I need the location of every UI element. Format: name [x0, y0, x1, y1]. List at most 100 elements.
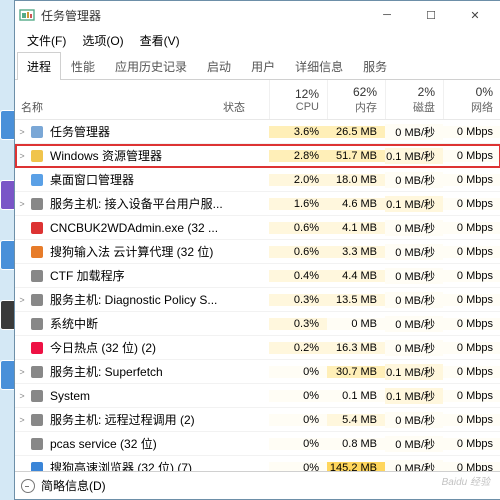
- disk-cell: 0 MB/秒: [385, 124, 443, 140]
- mem-cell: 13.5 MB: [327, 294, 385, 306]
- process-icon: [29, 460, 45, 472]
- tab-2[interactable]: 应用历史记录: [105, 52, 197, 80]
- process-icon: [29, 148, 45, 164]
- table-row[interactable]: >服务主机: 接入设备平台用户服...1.6%4.6 MB0.1 MB/秒0 M…: [15, 192, 500, 216]
- table-row[interactable]: pcas service (32 位)0%0.8 MB0 MB/秒0 Mbps: [15, 432, 500, 456]
- expand-toggle[interactable]: >: [15, 127, 29, 137]
- disk-cell: 0 MB/秒: [385, 220, 443, 236]
- disk-cell: 0 MB/秒: [385, 436, 443, 452]
- col-name[interactable]: 名称: [15, 80, 223, 119]
- table-row[interactable]: CTF 加载程序0.4%4.4 MB0 MB/秒0 Mbps: [15, 264, 500, 288]
- cpu-cell: 0%: [269, 390, 327, 402]
- disk-cell: 0 MB/秒: [385, 460, 443, 472]
- col-mem[interactable]: 62%内存: [327, 80, 385, 119]
- net-cell: 0 Mbps: [443, 126, 500, 138]
- table-row[interactable]: 搜狗高速浏览器 (32 位) (7)0%145.2 MB0 MB/秒0 Mbps: [15, 456, 500, 471]
- process-icon: [29, 196, 45, 212]
- minimize-button[interactable]: ─: [365, 1, 409, 29]
- cpu-cell: 0%: [269, 366, 327, 378]
- process-name: Windows 资源管理器: [50, 147, 162, 164]
- net-cell: 0 Mbps: [443, 390, 500, 402]
- menu-file[interactable]: 文件(F): [21, 30, 72, 51]
- tab-5[interactable]: 详细信息: [285, 52, 353, 80]
- net-cell: 0 Mbps: [443, 174, 500, 186]
- process-name: CNCBUK2WDAdmin.exe (32 ...: [50, 221, 218, 235]
- process-icon: [29, 316, 45, 332]
- cpu-cell: 0.3%: [269, 318, 327, 330]
- process-icon: [29, 292, 45, 308]
- cpu-cell: 0.2%: [269, 342, 327, 354]
- col-cpu[interactable]: 12%CPU: [269, 80, 327, 119]
- table-row[interactable]: CNCBUK2WDAdmin.exe (32 ...0.6%4.1 MB0 MB…: [15, 216, 500, 240]
- net-cell: 0 Mbps: [443, 198, 500, 210]
- process-name: 搜狗输入法 云计算代理 (32 位): [50, 243, 213, 260]
- window-title: 任务管理器: [41, 7, 365, 24]
- close-button[interactable]: ✕: [453, 1, 497, 29]
- disk-cell: 0.1 MB/秒: [385, 388, 443, 404]
- table-row[interactable]: 桌面窗口管理器2.0%18.0 MB0 MB/秒0 Mbps: [15, 168, 500, 192]
- expand-toggle[interactable]: >: [15, 415, 29, 425]
- table-row[interactable]: >任务管理器3.6%26.5 MB0 MB/秒0 Mbps: [15, 120, 500, 144]
- expand-toggle[interactable]: >: [15, 151, 29, 161]
- col-disk[interactable]: 2%磁盘: [385, 80, 443, 119]
- process-icon: [29, 436, 45, 452]
- net-cell: 0 Mbps: [443, 222, 500, 234]
- process-icon: [29, 124, 45, 140]
- disk-cell: 0 MB/秒: [385, 172, 443, 188]
- table-row[interactable]: >服务主机: 远程过程调用 (2)0%5.4 MB0 MB/秒0 Mbps: [15, 408, 500, 432]
- cpu-cell: 3.6%: [269, 126, 327, 138]
- cpu-cell: 0.6%: [269, 222, 327, 234]
- disk-cell: 0 MB/秒: [385, 316, 443, 332]
- net-cell: 0 Mbps: [443, 270, 500, 282]
- table-row[interactable]: >服务主机: Diagnostic Policy S...0.3%13.5 MB…: [15, 288, 500, 312]
- process-icon: [29, 412, 45, 428]
- table-row[interactable]: 系统中断0.3%0 MB0 MB/秒0 Mbps: [15, 312, 500, 336]
- table-row[interactable]: >Windows 资源管理器2.8%51.7 MB0.1 MB/秒0 Mbps: [15, 144, 500, 168]
- fewer-details-icon[interactable]: [21, 479, 35, 493]
- net-cell: 0 Mbps: [443, 462, 500, 472]
- menubar: 文件(F) 选项(O) 查看(V): [15, 29, 500, 51]
- net-cell: 0 Mbps: [443, 246, 500, 258]
- process-list[interactable]: >任务管理器3.6%26.5 MB0 MB/秒0 Mbps>Windows 资源…: [15, 120, 500, 471]
- disk-cell: 0.1 MB/秒: [385, 364, 443, 380]
- table-row[interactable]: 搜狗输入法 云计算代理 (32 位)0.6%3.3 MB0 MB/秒0 Mbps: [15, 240, 500, 264]
- net-cell: 0 Mbps: [443, 438, 500, 450]
- mem-cell: 145.2 MB: [327, 462, 385, 472]
- process-name: 服务主机: Diagnostic Policy S...: [50, 291, 217, 308]
- fewer-details-label[interactable]: 简略信息(D): [41, 477, 106, 494]
- process-icon: [29, 364, 45, 380]
- titlebar[interactable]: 任务管理器 ─ ☐ ✕: [15, 1, 500, 29]
- table-row[interactable]: 今日热点 (32 位) (2)0.2%16.3 MB0 MB/秒0 Mbps: [15, 336, 500, 360]
- tab-3[interactable]: 启动: [197, 52, 241, 80]
- footer: 简略信息(D): [15, 471, 500, 499]
- expand-toggle[interactable]: >: [15, 367, 29, 377]
- process-name: 搜狗高速浏览器 (32 位) (7): [50, 459, 192, 471]
- menu-options[interactable]: 选项(O): [76, 30, 129, 51]
- net-cell: 0 Mbps: [443, 294, 500, 306]
- col-status[interactable]: 状态: [223, 80, 269, 119]
- process-name: pcas service (32 位): [50, 435, 157, 452]
- task-manager-window: 任务管理器 ─ ☐ ✕ 文件(F) 选项(O) 查看(V) 进程性能应用历史记录…: [14, 0, 500, 500]
- net-cell: 0 Mbps: [443, 414, 500, 426]
- table-row[interactable]: >服务主机: Superfetch0%30.7 MB0.1 MB/秒0 Mbps: [15, 360, 500, 384]
- expand-toggle[interactable]: >: [15, 199, 29, 209]
- tab-6[interactable]: 服务: [353, 52, 397, 80]
- table-row[interactable]: >System0%0.1 MB0.1 MB/秒0 Mbps: [15, 384, 500, 408]
- process-icon: [29, 244, 45, 260]
- tab-4[interactable]: 用户: [241, 52, 285, 80]
- cpu-cell: 1.6%: [269, 198, 327, 210]
- tabs: 进程性能应用历史记录启动用户详细信息服务: [15, 51, 500, 80]
- col-net[interactable]: 0%网络: [443, 80, 500, 119]
- mem-cell: 3.3 MB: [327, 246, 385, 258]
- process-name: 服务主机: Superfetch: [50, 363, 163, 380]
- tab-0[interactable]: 进程: [17, 52, 61, 80]
- expand-toggle[interactable]: >: [15, 295, 29, 305]
- cpu-cell: 2.8%: [269, 150, 327, 162]
- menu-view[interactable]: 查看(V): [134, 30, 186, 51]
- maximize-button[interactable]: ☐: [409, 1, 453, 29]
- net-cell: 0 Mbps: [443, 318, 500, 330]
- mem-cell: 0 MB: [327, 318, 385, 330]
- tab-1[interactable]: 性能: [61, 52, 105, 80]
- expand-toggle[interactable]: >: [15, 391, 29, 401]
- disk-cell: 0 MB/秒: [385, 268, 443, 284]
